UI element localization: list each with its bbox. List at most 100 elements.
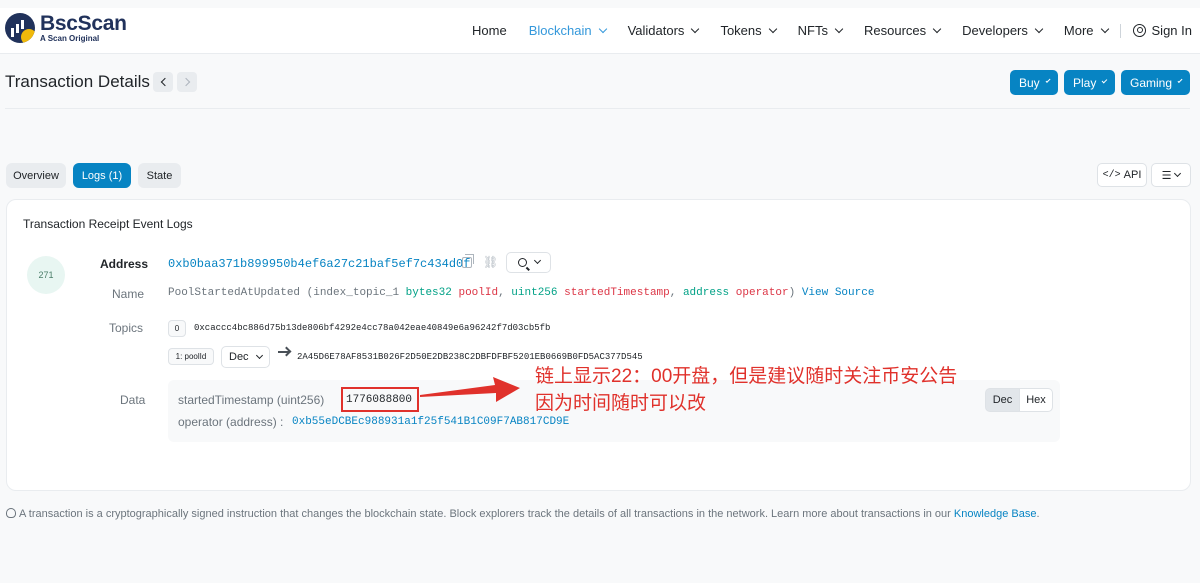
- top-navbar: BscScan A Scan Original Home Blockchain …: [0, 8, 1200, 54]
- data-field-1-name: startedTimestamp (uint256): [178, 393, 325, 407]
- name-label: Name: [112, 287, 145, 301]
- address-label: Address: [100, 257, 149, 271]
- next-transaction-button[interactable]: [177, 72, 197, 92]
- highlight-box: [341, 387, 419, 412]
- chevron-down-icon: [1177, 78, 1183, 83]
- footer-note: A transaction is a cryptographically sig…: [6, 508, 1040, 520]
- bscscan-logo[interactable]: BscScan A Scan Original: [5, 13, 127, 43]
- dec-toggle[interactable]: Dec: [985, 388, 1020, 412]
- tab-overview[interactable]: Overview: [6, 163, 66, 188]
- previous-transaction-button[interactable]: [153, 72, 173, 92]
- topic-index-0: 0: [168, 320, 186, 337]
- data-label: Data: [120, 393, 146, 407]
- chevron-left-icon: [160, 77, 169, 87]
- zoom-icon: [517, 258, 527, 267]
- tab-state[interactable]: State: [138, 163, 181, 188]
- api-label: API: [1123, 169, 1142, 181]
- nav-home-label: Home: [472, 23, 507, 38]
- nav-developers-label: Developers: [962, 23, 1028, 38]
- param-name-2: startedTimestamp: [564, 287, 670, 299]
- nav-more-label: More: [1063, 23, 1094, 38]
- sign-in-label: Sign In: [1151, 23, 1192, 38]
- nav-validators[interactable]: Validators: [627, 23, 700, 38]
- contract-address-link[interactable]: 0xb0baa371b899950b4ef6a27c21baf5ef7c434d…: [168, 257, 470, 271]
- title-divider: [5, 108, 1190, 109]
- nav-developers[interactable]: Developers: [962, 23, 1044, 38]
- nav-blockchain-label: Blockchain: [528, 23, 592, 38]
- topics-label: Topics: [109, 321, 144, 335]
- gaming-button[interactable]: Gaming: [1121, 70, 1190, 95]
- nav-more[interactable]: More: [1063, 23, 1109, 38]
- annotation-arrow: [420, 377, 520, 402]
- buy-button[interactable]: Buy: [1010, 70, 1058, 95]
- event-name: PoolStartedAtUpdated: [168, 287, 301, 299]
- copy-icon[interactable]: [462, 254, 474, 268]
- hex-toggle[interactable]: Hex: [1019, 388, 1053, 412]
- sign-in-link[interactable]: Sign In: [1132, 23, 1192, 38]
- chevron-down-icon: [691, 24, 700, 33]
- dec-label: Dec: [992, 394, 1013, 406]
- param-type-2: uint256: [511, 287, 558, 299]
- chevron-down-icon: [768, 24, 777, 33]
- data-field-2-value[interactable]: 0xb55eDCBEc988931a1f25f541B1C09F7AB817CD…: [292, 416, 569, 428]
- api-button[interactable]: </> API: [1097, 163, 1147, 187]
- knowledge-base-link[interactable]: Knowledge Base: [954, 508, 1037, 520]
- chevron-down-icon: [1034, 24, 1044, 33]
- logo-icon: [5, 13, 35, 43]
- annotation-arrow-shape: [420, 377, 520, 402]
- list-icon: ☰: [1161, 169, 1172, 182]
- nav-resources-label: Resources: [863, 23, 927, 38]
- topic-index-1: 1: poolId: [168, 348, 214, 365]
- chevron-down-icon: [834, 24, 844, 33]
- nav-divider: [1119, 23, 1121, 38]
- chevron-down-icon: [1100, 24, 1109, 33]
- lightbulb-icon: [6, 508, 16, 518]
- nav-resources[interactable]: Resources: [863, 23, 942, 38]
- nav-validators-label: Validators: [627, 23, 685, 38]
- data-field-2-name: operator (address) :: [178, 415, 284, 429]
- tab-logs[interactable]: Logs (1): [73, 163, 131, 188]
- chevron-down-icon: [1101, 77, 1108, 84]
- view-options-button[interactable]: ☰: [1151, 163, 1191, 187]
- param-type-1: bytes32: [405, 287, 452, 299]
- nav-nfts[interactable]: NFTs: [797, 23, 844, 38]
- topic-0-value: 0xcaccc4bc886d75b13de806bf4292e4cc78a042…: [194, 323, 551, 333]
- footer-text: A transaction is a cryptographically sig…: [19, 508, 954, 520]
- brand-tagline: A Scan Original: [40, 34, 100, 43]
- tab-overview-label: Overview: [13, 169, 59, 182]
- event-logs-heading: Transaction Receipt Event Logs: [23, 217, 193, 231]
- arrow-right-icon: [278, 351, 289, 353]
- event-signature: PoolStartedAtUpdated (index_topic_1 byte…: [168, 287, 875, 299]
- link-icon[interactable]: ⛓: [483, 256, 498, 268]
- play-button[interactable]: Play: [1064, 70, 1115, 95]
- chevron-down-icon: [1045, 77, 1051, 84]
- annotation-line-2: 因为时间随时可以改: [535, 393, 707, 414]
- nav-tokens[interactable]: Tokens: [720, 23, 777, 38]
- sig-open: (index_topic_1: [300, 287, 406, 299]
- view-source-link[interactable]: View Source: [802, 287, 875, 299]
- event-logs-card: [6, 199, 1191, 491]
- hex-label: Hex: [1026, 394, 1046, 406]
- nav-tokens-label: Tokens: [720, 23, 762, 38]
- address-filter-button[interactable]: [506, 252, 551, 273]
- chevron-down-icon: [598, 24, 607, 33]
- tab-state-label: State: [146, 169, 173, 182]
- nav-home[interactable]: Home: [472, 23, 507, 38]
- param-name-3: operator: [735, 287, 789, 299]
- topic-format-value: Dec: [229, 351, 249, 363]
- gaming-label: Gaming: [1130, 75, 1173, 90]
- annotation-line-1: 链上显示22：00开盘，但是建议随时关注币安公告: [535, 366, 958, 387]
- tab-logs-label: Logs (1): [81, 169, 123, 182]
- nav-blockchain[interactable]: Blockchain: [528, 23, 607, 38]
- main-nav: Home Blockchain Validators Tokens NFTs R…: [450, 8, 1192, 53]
- log-index-badge: 271: [27, 256, 65, 294]
- page-title: Transaction Details: [5, 72, 150, 91]
- buy-label: Buy: [1019, 75, 1040, 90]
- nav-nfts-label: NFTs: [797, 23, 828, 38]
- chevron-right-icon: [181, 77, 190, 87]
- chevron-down-icon: [932, 24, 942, 33]
- code-icon: </>: [1102, 169, 1121, 181]
- user-icon: [1132, 24, 1146, 37]
- topic-format-select[interactable]: Dec: [221, 346, 270, 368]
- footer-end: .: [1036, 508, 1040, 520]
